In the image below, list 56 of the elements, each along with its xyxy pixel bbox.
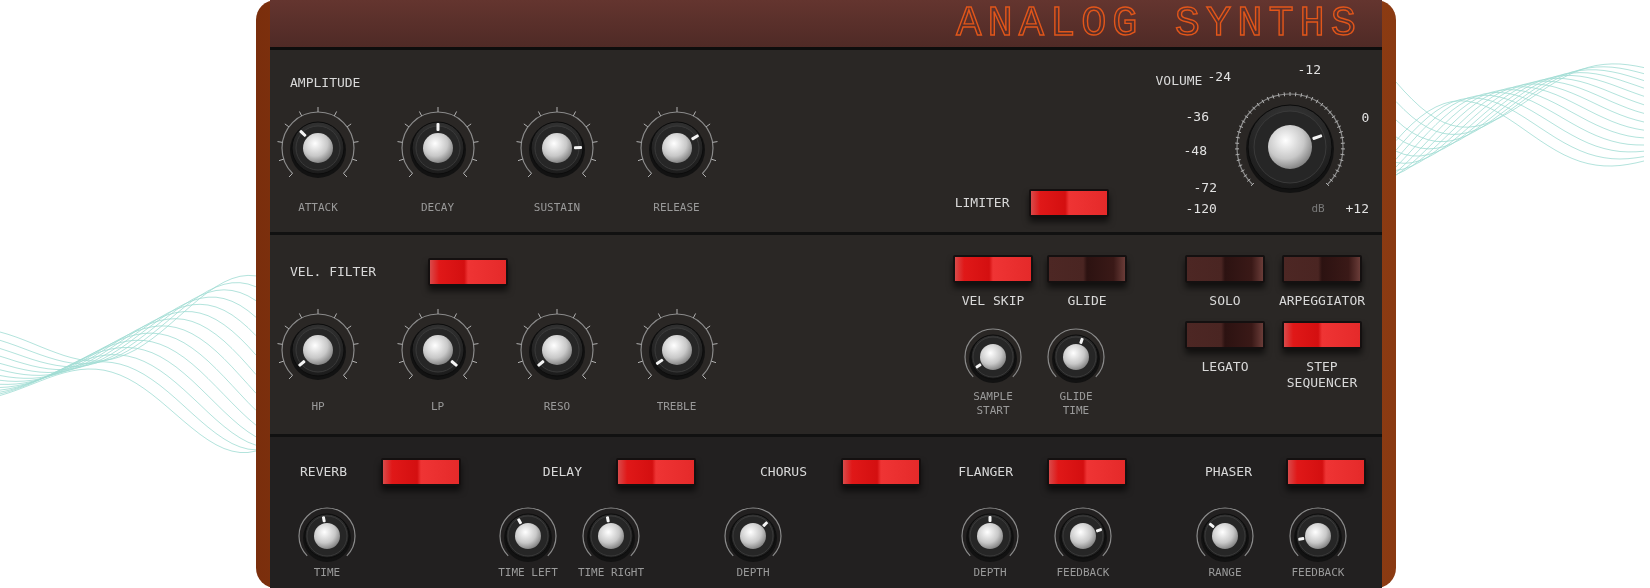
knob-label: DEPTH <box>973 566 1007 580</box>
unit-label: dB <box>1311 201 1325 217</box>
toggle-switch[interactable] <box>1029 189 1110 217</box>
effect-label: DELAY <box>542 464 582 480</box>
toggle-switch[interactable] <box>1047 255 1127 283</box>
switch-label: SOLO <box>1208 293 1242 309</box>
toggle-switch[interactable] <box>1282 255 1362 283</box>
switch-label: ARPEGGIATOR <box>1277 293 1367 309</box>
knob-label: SUSTAIN <box>533 201 581 215</box>
toggle-switch[interactable] <box>1185 321 1265 349</box>
section-label: AMPLITUDE <box>290 75 362 91</box>
effect-label: CHORUS <box>760 464 807 480</box>
volume-label: VOLUME <box>1155 73 1203 89</box>
knob-label: TREBLE <box>656 400 697 414</box>
switch-label: LEGATO <box>1200 359 1250 375</box>
toggle-switch[interactable] <box>953 255 1033 283</box>
scale-label: +12 <box>1345 201 1369 217</box>
toggle-switch[interactable] <box>616 458 696 486</box>
knob-label: LP <box>430 400 445 414</box>
knob-label: FEEDBACK <box>1291 566 1345 580</box>
knob-label: RESO <box>543 400 571 414</box>
knob-label: GLIDE TIME <box>1058 390 1094 418</box>
toggle-switch[interactable] <box>1282 321 1362 349</box>
switch-label: GLIDE <box>1067 293 1107 309</box>
effect-label: REVERB <box>300 464 347 480</box>
knob-label: RELEASE <box>653 201 700 215</box>
knob-label: DEPTH <box>736 566 770 580</box>
toggle-switch[interactable] <box>1047 458 1127 486</box>
toggle-switch[interactable] <box>1286 458 1366 486</box>
knob-label: TIME RIGHT <box>577 566 645 580</box>
effect-label: PHASER <box>1205 464 1252 480</box>
knob-label: DECAY <box>420 201 455 215</box>
toggle-switch[interactable] <box>1185 255 1265 283</box>
knob-label: SAMPLE START <box>972 390 1014 418</box>
toggle-switch[interactable] <box>428 258 509 286</box>
knob-label: FEEDBACK <box>1056 566 1110 580</box>
scale-label: 0 <box>1361 110 1370 126</box>
limiter-label: LIMITER <box>954 195 1010 211</box>
effect-label: FLANGER <box>958 464 1013 480</box>
toggle-switch[interactable] <box>381 458 461 486</box>
scale-label: -36 <box>1185 109 1209 125</box>
knob-label: HP <box>311 400 325 414</box>
scale-label: -24 <box>1207 69 1231 85</box>
toggle-switch[interactable] <box>841 458 921 486</box>
knob-label: RANGE <box>1208 566 1242 580</box>
scale-label: -120 <box>1185 201 1217 217</box>
knob-label: TIME LEFT <box>498 566 558 580</box>
knob-label: TIME <box>313 566 341 580</box>
synth-title: ANALOG SYNTHS <box>956 2 1362 45</box>
scale-label: -48 <box>1183 143 1207 159</box>
switch-label: VEL SKIP <box>961 293 1025 309</box>
switch-label: STEP SEQUENCER <box>1285 359 1359 391</box>
section-label: VEL. FILTER <box>290 264 377 280</box>
knob-label: ATTACK <box>298 201 338 215</box>
scale-label: -12 <box>1297 62 1321 78</box>
scale-label: -72 <box>1193 180 1217 196</box>
